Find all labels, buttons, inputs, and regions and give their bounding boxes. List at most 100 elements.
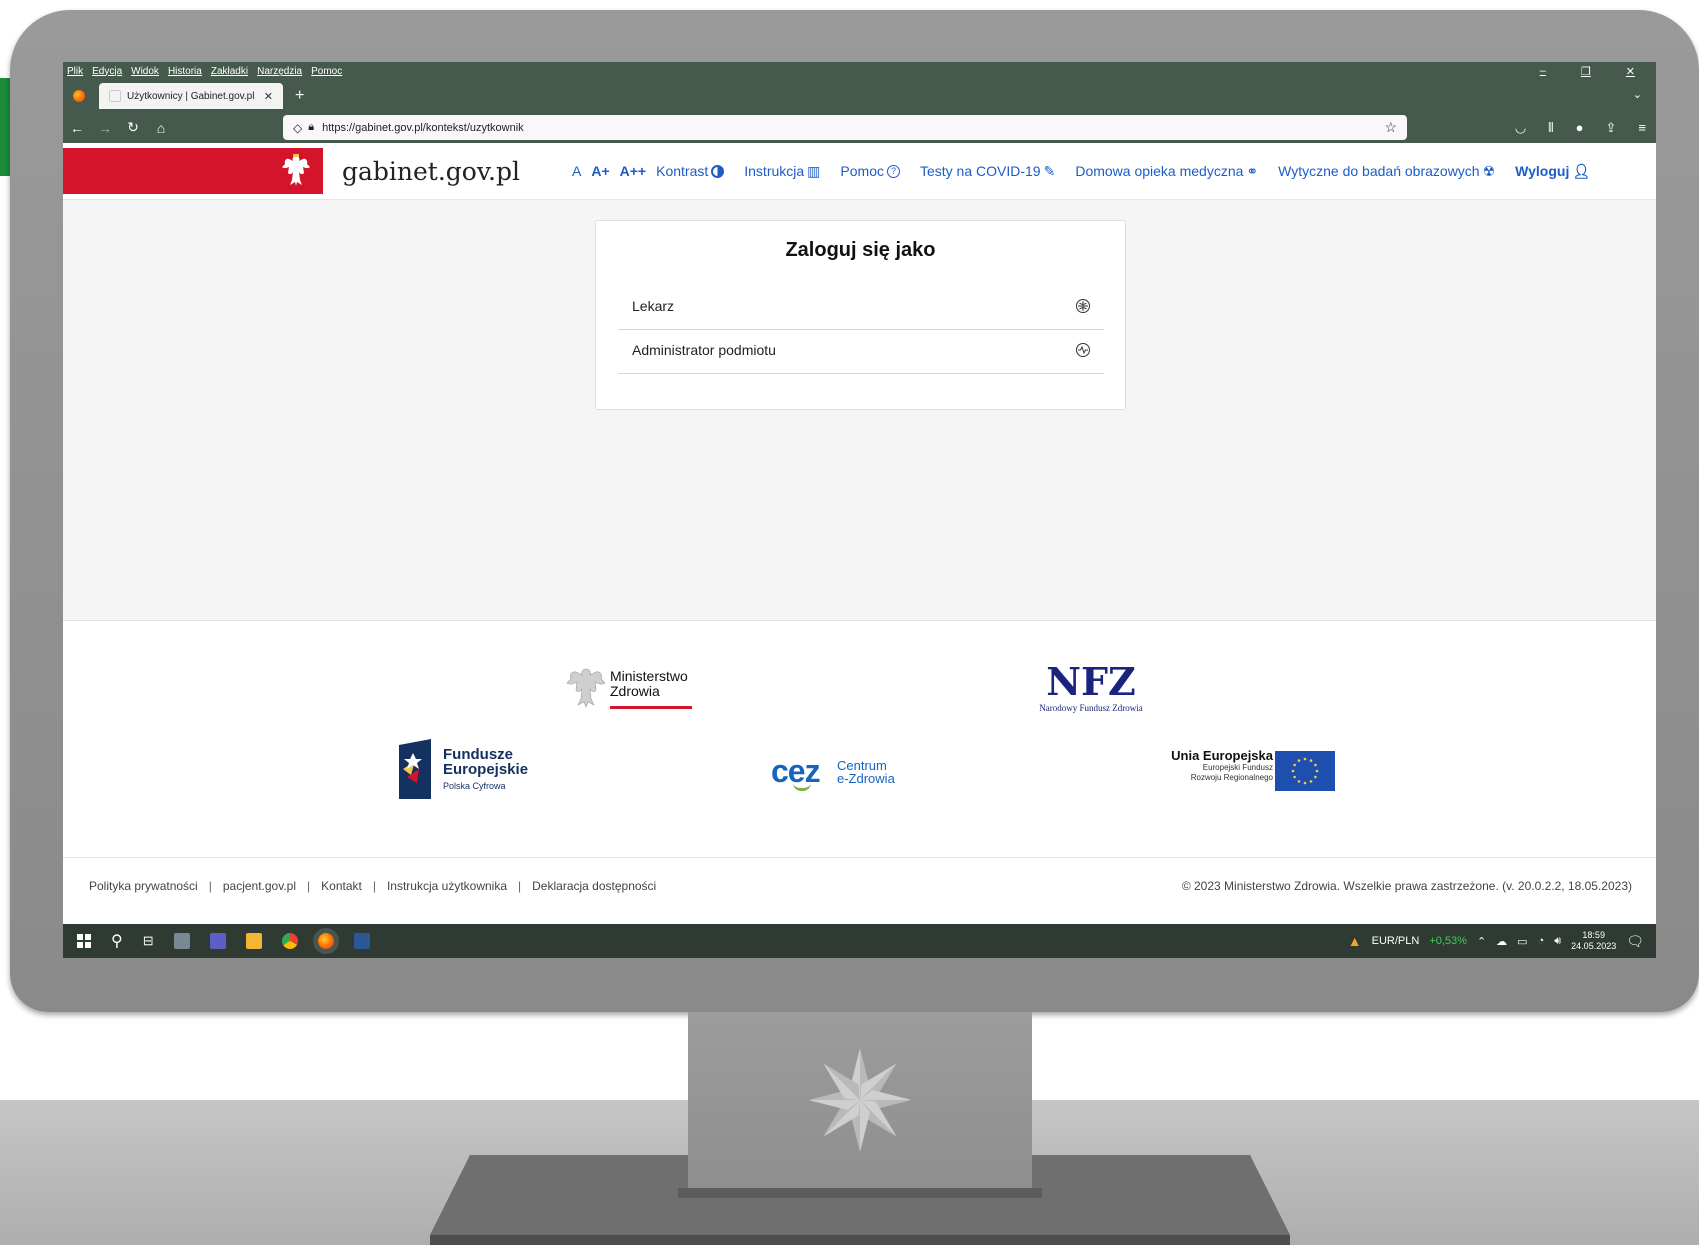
windows-start-icon[interactable] bbox=[77, 934, 91, 948]
footer-separator: | bbox=[518, 879, 522, 893]
firefox-taskbar-icon[interactable] bbox=[317, 933, 334, 949]
logout-link[interactable]: Wyloguj 👤︎ bbox=[1515, 163, 1590, 180]
task-view-icon[interactable]: ⊟ bbox=[143, 933, 154, 949]
login-title: Zaloguj się jako bbox=[785, 239, 936, 261]
nfz-subtitle: Narodowy Fundusz Zdrowia bbox=[1039, 703, 1143, 713]
forward-icon[interactable]: → bbox=[91, 120, 119, 136]
european-funds-logo[interactable]: Fundusze Europejskie Polska Cyfrowa bbox=[399, 739, 539, 801]
eu-logo[interactable]: Unia Europejska Europejski Fundusz Rozwo… bbox=[1135, 749, 1335, 793]
role-doctor-option[interactable]: Lekarz bbox=[618, 283, 1104, 330]
nfz-title: NFZ bbox=[1046, 659, 1136, 704]
tab-list-chevron-icon[interactable]: ⌄ bbox=[1633, 88, 1642, 101]
lock-icon[interactable]: 🔒︎ bbox=[308, 121, 314, 134]
pocket-icon[interactable]: ◡ bbox=[1515, 120, 1526, 136]
covid-tests-link[interactable]: Testy na COVID-19 ✎ bbox=[920, 163, 1055, 180]
footer-copyright: © 2023 Ministerstwo Zdrowia. Wszelkie pr… bbox=[1181, 879, 1632, 893]
file-explorer-icon[interactable] bbox=[245, 933, 262, 949]
home-care-link[interactable]: Domowa opieka medyczna ⚭ bbox=[1075, 163, 1258, 180]
logout-label: Wyloguj bbox=[1515, 163, 1570, 179]
browser-menubar: Plik Edycja Widok Historia Zakładki Narz… bbox=[63, 62, 1656, 80]
close-window-icon[interactable]: ✕ bbox=[1626, 65, 1635, 78]
eu-flag-icon bbox=[1275, 751, 1335, 791]
star-logo-icon bbox=[810, 1048, 910, 1152]
chrome-icon[interactable] bbox=[281, 933, 298, 949]
extensions-icon[interactable]: ⇪ bbox=[1606, 120, 1617, 136]
cez-logo[interactable]: cez Centrum e-Zdrowia bbox=[771, 753, 911, 793]
ticker-label[interactable]: EUR/PLN bbox=[1372, 935, 1420, 947]
manual-label: Instrukcja bbox=[744, 163, 805, 179]
currency-ticker-icon: ▲ bbox=[1347, 933, 1362, 949]
site-nav: A A+ A++ Kontrast Instrukcja ▥ Pomoc ? T… bbox=[572, 163, 1610, 180]
clock-time: 18:59 bbox=[1582, 930, 1605, 940]
window-controls: – ❐ ✕ bbox=[1540, 62, 1644, 80]
address-bar[interactable]: ◇ 🔒︎ https://gabinet.gov.pl/kontekst/uzy… bbox=[283, 115, 1407, 140]
site-footer: Polityka prywatności | pacjent.gov.pl | … bbox=[63, 857, 1656, 914]
ue-line3: Rozwoju Regionalnego bbox=[1190, 773, 1273, 782]
bookmark-star-icon[interactable]: ☆ bbox=[1384, 119, 1397, 136]
eagle-emblem-icon bbox=[566, 668, 606, 708]
monitor-stand-base-edge bbox=[430, 1235, 1290, 1245]
font-size-xlarge-link[interactable]: A++ bbox=[620, 163, 646, 179]
notifications-icon[interactable]: 🗨︎ bbox=[1626, 933, 1644, 950]
search-icon[interactable]: ⚲ bbox=[111, 931, 123, 951]
globe-icon bbox=[1076, 299, 1090, 313]
windows-taskbar: ⚲ ⊟ ▲ EUR/PLN +0,53% ⌃ ☁ ▭ ◔ 🔊︎ 18:59 24… bbox=[63, 924, 1656, 958]
hamburger-menu-icon[interactable]: ≡ bbox=[1638, 120, 1646, 135]
footer-link-contact[interactable]: Kontakt bbox=[321, 879, 362, 893]
site-brand[interactable]: gabinet.gov.pl bbox=[342, 157, 572, 186]
back-icon[interactable]: ← bbox=[63, 120, 91, 136]
word-icon[interactable] bbox=[353, 933, 370, 949]
battery-icon[interactable]: ▭ bbox=[1517, 935, 1527, 948]
ticker-change: +0,53% bbox=[1429, 935, 1467, 947]
system-tray: ▲ EUR/PLN +0,53% ⌃ ☁ ▭ ◔ 🔊︎ 18:59 24.05.… bbox=[1348, 924, 1644, 958]
menu-view[interactable]: Widok bbox=[131, 66, 159, 77]
fe-line3: Polska Cyfrowa bbox=[443, 781, 506, 791]
home-icon[interactable]: ⌂ bbox=[147, 120, 175, 136]
account-icon[interactable]: ● bbox=[1576, 120, 1584, 135]
font-size-large-link[interactable]: A+ bbox=[591, 163, 609, 179]
monitor-stand-lip bbox=[678, 1188, 1042, 1198]
footer-links: Polityka prywatności | pacjent.gov.pl | … bbox=[89, 879, 656, 893]
menu-help[interactable]: Pomoc bbox=[311, 66, 342, 77]
manual-link[interactable]: Instrukcja ▥ bbox=[744, 163, 820, 180]
imaging-guidelines-link[interactable]: Wytyczne do badań obrazowych ☢ bbox=[1278, 163, 1495, 180]
restore-icon[interactable]: ❐ bbox=[1581, 65, 1591, 78]
library-icon[interactable]: ⫴ bbox=[1548, 120, 1553, 136]
role-label: Administrator podmiotu bbox=[632, 342, 776, 358]
menu-history[interactable]: Historia bbox=[168, 66, 202, 77]
firefox-icon[interactable] bbox=[73, 90, 85, 102]
volume-icon[interactable]: 🔊︎ bbox=[1554, 935, 1561, 948]
footer-link-pacjent[interactable]: pacjent.gov.pl bbox=[223, 879, 296, 893]
browser-tab[interactable]: Użytkownicy | Gabinet.gov.pl ✕ bbox=[99, 83, 283, 109]
font-size-normal-link[interactable]: A bbox=[572, 163, 581, 179]
footer-link-privacy[interactable]: Polityka prywatności bbox=[89, 879, 198, 893]
menu-file[interactable]: Plik bbox=[67, 66, 83, 77]
tray-chevron-icon[interactable]: ⌃ bbox=[1477, 935, 1486, 948]
pen-icon: ✎ bbox=[1043, 162, 1056, 179]
contrast-link[interactable]: Kontrast bbox=[656, 163, 725, 179]
ministry-of-health-logo[interactable]: Ministerstwo Zdrowia bbox=[566, 665, 706, 715]
minimize-icon[interactable]: – bbox=[1540, 65, 1546, 77]
wifi-icon[interactable]: ◔ bbox=[1538, 935, 1545, 947]
main-content: Zaloguj się jako Lekarz Administrator po… bbox=[63, 200, 1656, 621]
new-tab-icon[interactable]: + bbox=[295, 87, 304, 105]
site-header: gabinet.gov.pl A A+ A++ Kontrast Instruk… bbox=[63, 143, 1656, 200]
footer-link-user-manual[interactable]: Instrukcja użytkownika bbox=[387, 879, 507, 893]
footer-link-accessibility[interactable]: Deklaracja dostępności bbox=[532, 879, 656, 893]
clock[interactable]: 18:59 24.05.2023 bbox=[1571, 930, 1616, 952]
help-link[interactable]: Pomoc ? bbox=[840, 163, 900, 179]
reload-icon[interactable]: ↻ bbox=[119, 119, 147, 136]
footer-separator: | bbox=[208, 879, 212, 893]
role-admin-option[interactable]: Administrator podmiotu bbox=[618, 327, 1104, 374]
nfz-logo[interactable]: NFZ Narodowy Fundusz Zdrowia bbox=[1026, 663, 1156, 717]
menu-tools[interactable]: Narzędzia bbox=[257, 66, 302, 77]
close-tab-icon[interactable]: ✕ bbox=[264, 90, 273, 103]
shield-icon[interactable]: ◇ bbox=[293, 121, 302, 135]
url-text[interactable]: https://gabinet.gov.pl/kontekst/uzytkown… bbox=[322, 122, 1384, 134]
footer-separator: | bbox=[372, 879, 376, 893]
menu-bookmarks[interactable]: Zakładki bbox=[211, 66, 248, 77]
onedrive-icon[interactable]: ☁ bbox=[1496, 935, 1507, 948]
menu-edit[interactable]: Edycja bbox=[92, 66, 122, 77]
calculator-icon[interactable] bbox=[173, 933, 190, 949]
teams-icon[interactable] bbox=[209, 933, 226, 949]
